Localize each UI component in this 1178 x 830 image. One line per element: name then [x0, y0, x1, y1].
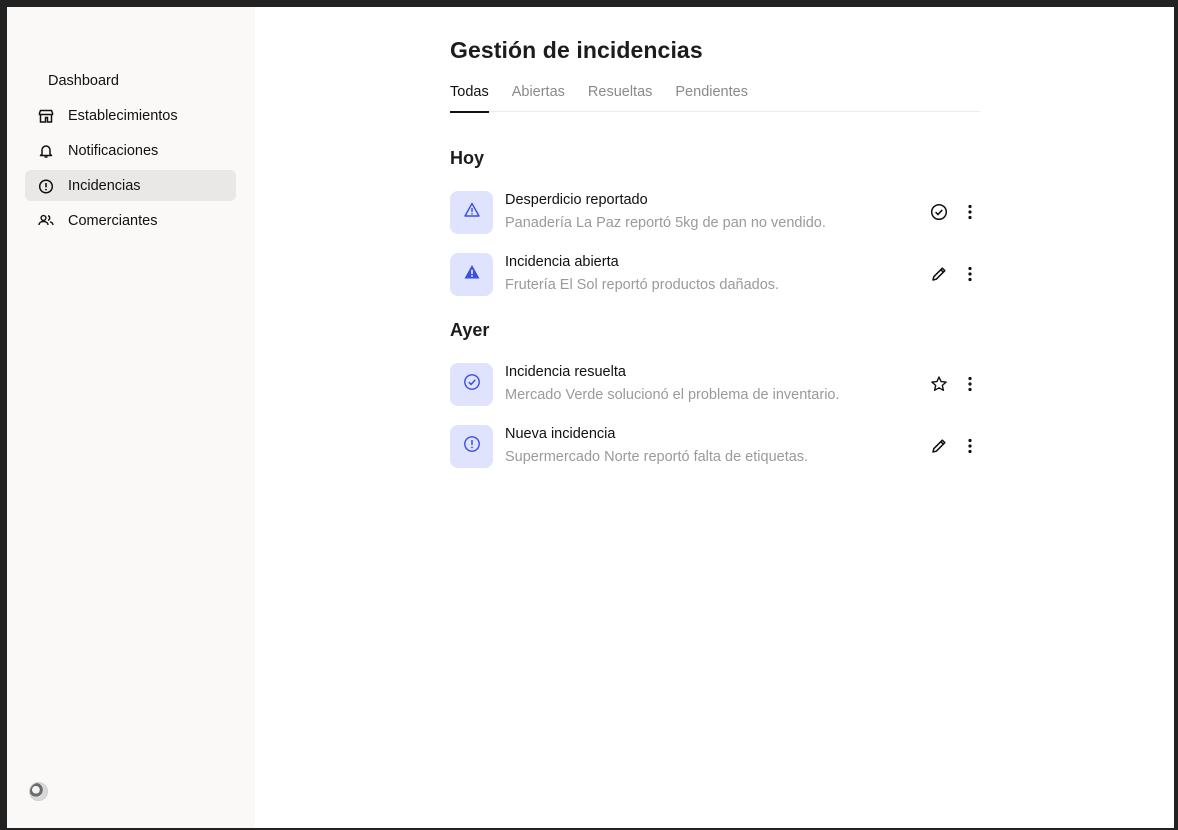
sidebar-item-incidencias[interactable]: Incidencias [25, 170, 236, 201]
sidebar: Dashboard Establecimientos Notificacione… [7, 7, 255, 828]
sidebar-item-label: Establecimientos [68, 107, 178, 124]
more-vertical-icon[interactable] [960, 374, 980, 394]
avatar[interactable] [29, 782, 48, 801]
sidebar-item-comerciantes[interactable]: Comerciantes [25, 205, 236, 236]
incident-badge [450, 362, 493, 406]
item-title: Incidencia resuelta [505, 363, 626, 380]
tab-pendientes[interactable]: Pendientes [675, 84, 748, 112]
item-subtitle: Frutería El Sol reportó productos dañado… [505, 276, 780, 293]
more-vertical-icon[interactable] [960, 264, 980, 284]
warning-outline-icon [463, 201, 481, 224]
alert-circle-icon [463, 435, 481, 458]
people-icon [38, 213, 54, 229]
bell-icon [38, 143, 54, 159]
section-title-hoy: Hoy [450, 148, 485, 168]
more-vertical-icon[interactable] [960, 436, 980, 456]
list-item[interactable]: Desperdicio reportado Panadería La Paz r… [450, 190, 980, 234]
warning-filled-icon [463, 263, 481, 286]
incident-badge [450, 190, 493, 234]
section-title-ayer: Ayer [450, 320, 490, 340]
more-vertical-icon[interactable] [960, 202, 980, 222]
pencil-icon[interactable] [929, 436, 949, 456]
sidebar-item-label: Incidencias [68, 177, 141, 194]
incident-badge [450, 424, 493, 468]
pencil-icon[interactable] [929, 264, 949, 284]
star-icon[interactable] [929, 374, 949, 394]
list-item[interactable]: Incidencia abierta Frutería El Sol repor… [450, 252, 980, 296]
check-circle-icon[interactable] [929, 202, 949, 222]
item-title: Nueva incidencia [505, 425, 616, 442]
list-item[interactable]: Nueva incidencia Supermercado Norte repo… [450, 424, 980, 468]
store-icon [38, 108, 54, 124]
sidebar-item-dashboard[interactable]: Dashboard [25, 65, 236, 96]
tab-resueltas[interactable]: Resueltas [588, 84, 652, 112]
sidebar-item-notificaciones[interactable]: Notificaciones [25, 135, 236, 166]
item-title: Desperdicio reportado [505, 191, 648, 208]
app-window: Dashboard Establecimientos Notificacione… [7, 7, 1174, 828]
tab-todas[interactable]: Todas [450, 84, 489, 113]
sidebar-item-establecimientos[interactable]: Establecimientos [25, 100, 236, 131]
item-subtitle: Supermercado Norte reportó falta de etiq… [505, 448, 809, 465]
sidebar-item-label: Dashboard [48, 72, 119, 89]
item-subtitle: Panadería La Paz reportó 5kg de pan no v… [505, 214, 826, 231]
page-title: Gestión de incidencias [450, 37, 703, 63]
check-circle-icon [463, 373, 481, 396]
alert-circle-icon [38, 178, 54, 194]
list-item[interactable]: Incidencia resuelta Mercado Verde soluci… [450, 362, 980, 406]
item-subtitle: Mercado Verde solucionó el problema de i… [505, 386, 840, 403]
sidebar-item-label: Notificaciones [68, 142, 159, 159]
tab-bar: Todas Abiertas Resueltas Pendientes [450, 84, 980, 113]
main-content: Gestión de incidencias Todas Abiertas Re… [255, 7, 1174, 828]
tab-abiertas[interactable]: Abiertas [512, 84, 565, 112]
incident-badge [450, 252, 493, 296]
item-title: Incidencia abierta [505, 253, 619, 270]
sidebar-item-label: Comerciantes [68, 212, 158, 229]
